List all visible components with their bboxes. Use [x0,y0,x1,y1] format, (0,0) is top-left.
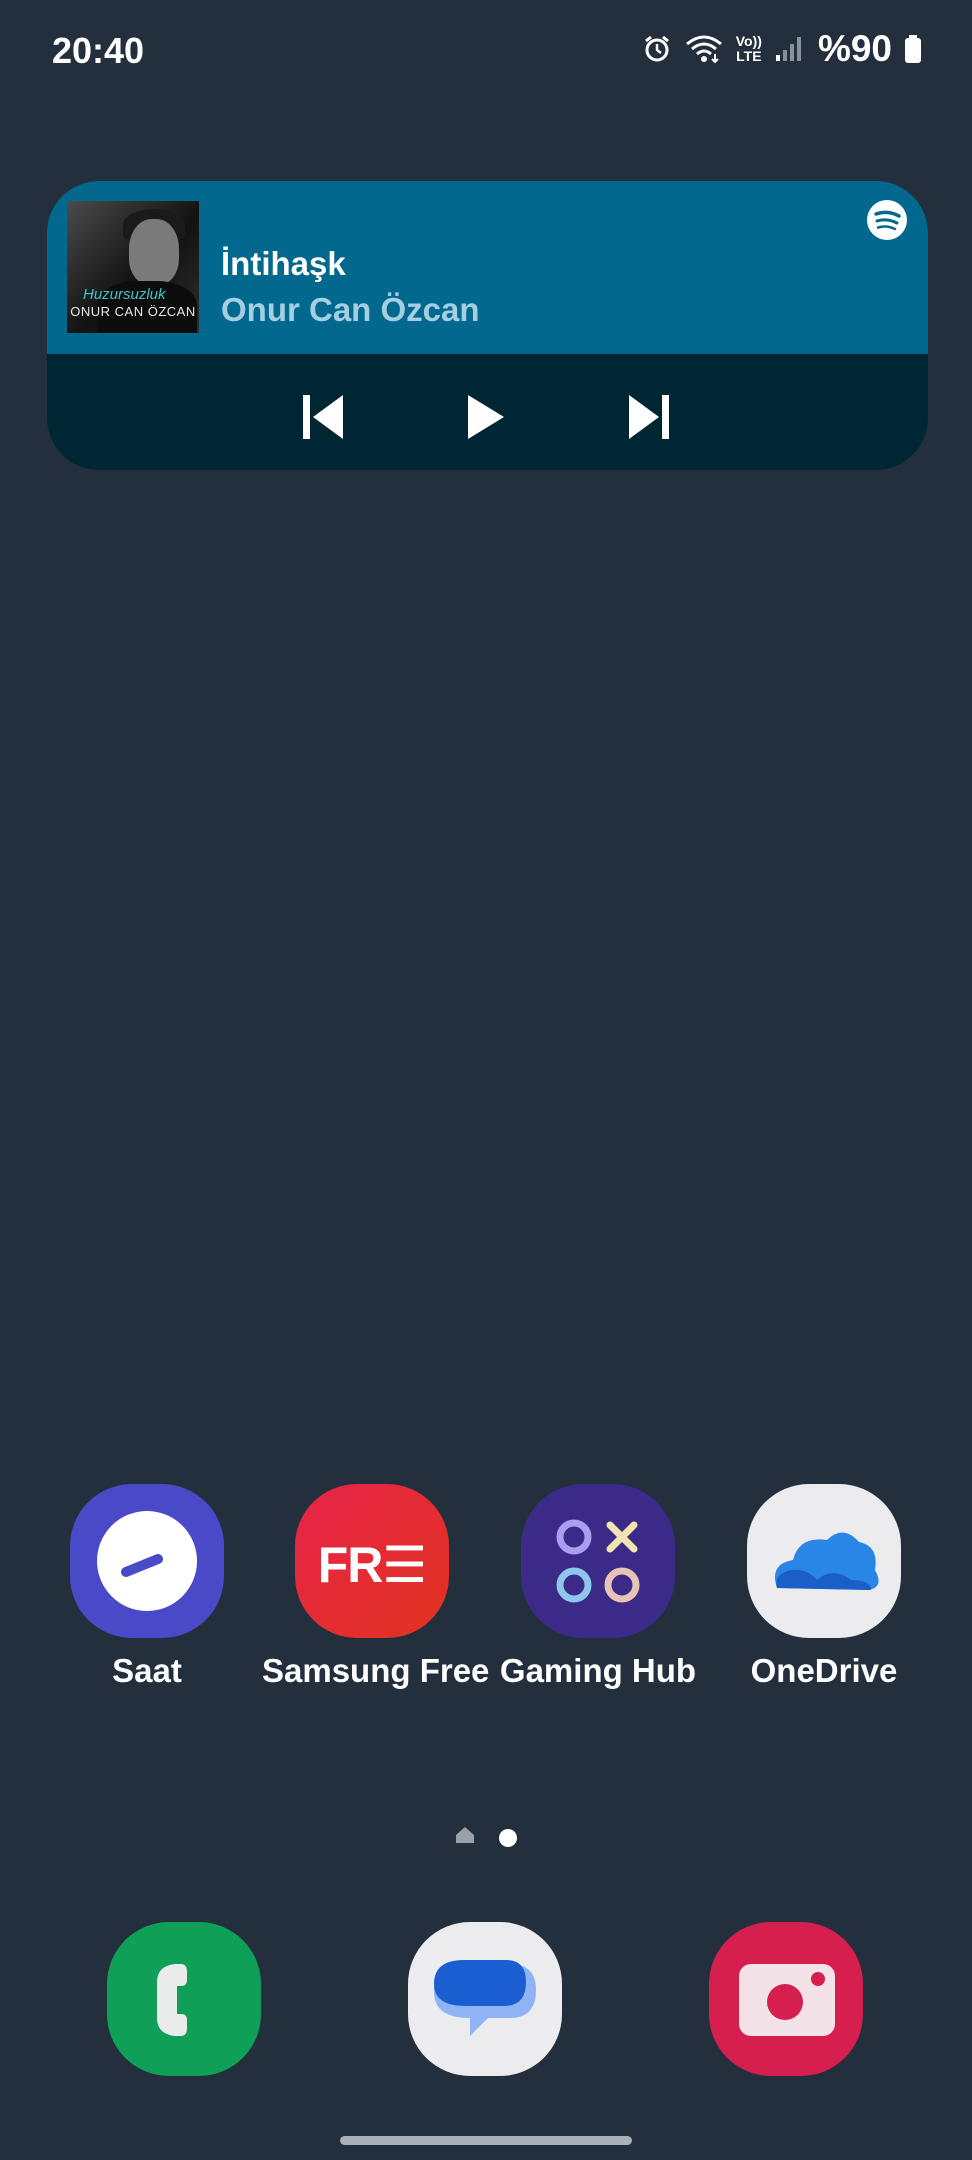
previous-icon[interactable] [293,387,353,447]
app-label: OneDrive [750,1652,898,1689]
app-gaming-hub[interactable]: Gaming Hub [488,1484,708,1690]
phone-icon[interactable] [107,1922,261,2076]
song-artist: Onur Can Özcan [221,291,480,328]
battery-icon [904,34,922,64]
page-dot-active[interactable] [499,1828,517,1847]
wifi-icon [684,34,724,64]
volte-icon: Vo)) LTE [735,33,762,64]
battery-percent: %90 [817,28,892,69]
status-icons: Vo)) LTE %90 [642,28,922,70]
alarm-icon [642,34,672,64]
free-icon[interactable]: FR☰ [295,1484,449,1638]
clock-icon[interactable] [70,1484,224,1638]
app-samsung-free[interactable]: FR☰ Samsung Free [262,1484,490,1690]
album-art-script: Huzursuzluk [83,286,166,303]
app-saat[interactable]: Saat [37,1484,257,1690]
camera-icon[interactable] [709,1922,863,2076]
album-art: Huzursuzluk ONUR CAN ÖZCAN [67,201,199,333]
play-icon[interactable] [456,387,516,447]
status-time: 20:40 [52,30,145,71]
media-widget-header[interactable]: Huzursuzluk ONUR CAN ÖZCAN İntihaşk Onur… [47,181,928,354]
app-onedrive[interactable]: OneDrive [714,1484,934,1690]
spotify-icon[interactable] [866,199,908,241]
message-icon[interactable] [408,1922,562,2076]
media-widget[interactable]: Huzursuzluk ONUR CAN ÖZCAN İntihaşk Onur… [47,181,928,470]
cloud-icon[interactable] [747,1484,901,1638]
home-indicator-icon[interactable] [455,1826,475,1849]
app-label: Saat [112,1652,182,1689]
signal-icon [774,35,802,63]
album-art-caption: ONUR CAN ÖZCAN [70,304,196,319]
app-label: Gaming Hub [499,1652,697,1689]
app-label: Samsung Free [262,1652,490,1689]
gaming-hub-icon[interactable] [521,1484,675,1638]
navigation-handle[interactable] [340,2136,632,2145]
next-icon[interactable] [619,387,679,447]
song-title: İntihaşk [221,245,346,282]
page-indicator [0,1826,972,1849]
